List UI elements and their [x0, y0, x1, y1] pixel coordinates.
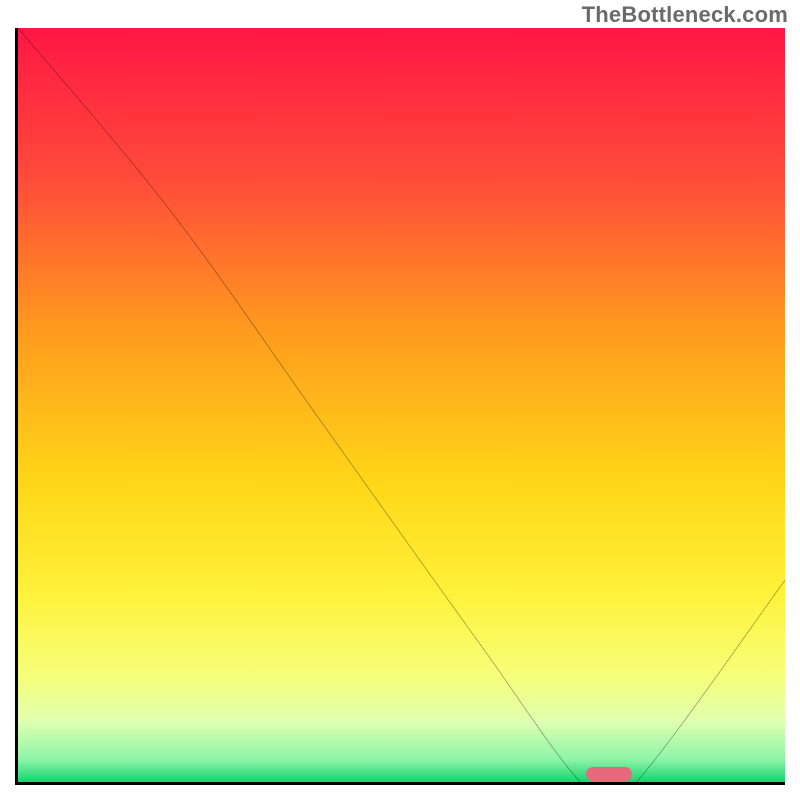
- watermark-text: TheBottleneck.com: [582, 2, 788, 28]
- optimal-range-marker: [586, 767, 632, 781]
- chart-container: TheBottleneck.com: [0, 0, 800, 800]
- curve-svg: [18, 28, 785, 785]
- plot-area: [15, 28, 785, 785]
- bottleneck-curve: [18, 28, 785, 785]
